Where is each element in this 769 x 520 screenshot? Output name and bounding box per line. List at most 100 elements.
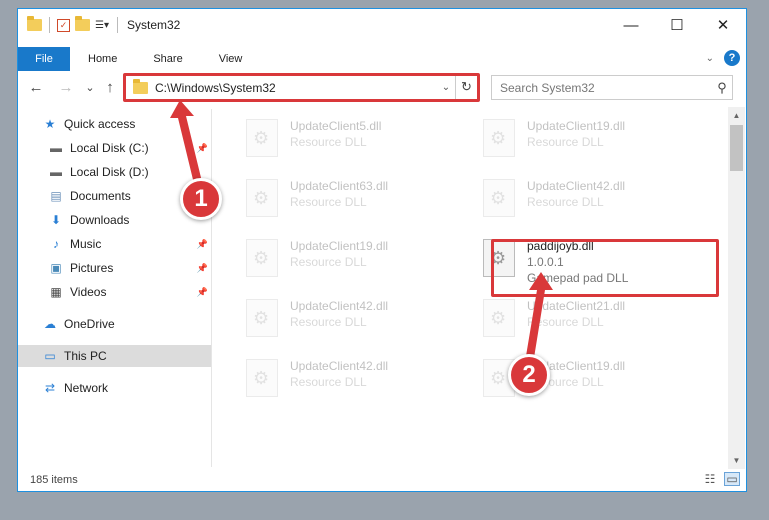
file-description: Resource DLL: [290, 255, 367, 269]
file-name: UpdateClient19.dll: [527, 119, 626, 133]
sidebar-item-music[interactable]: ♪ Music 📌: [18, 233, 212, 255]
sidebar-item-downloads[interactable]: ⬇ Downloads: [18, 209, 212, 231]
file-item[interactable]: UpdateClient5.dll Resource DLL: [238, 113, 463, 165]
status-bar: 185 items ☷ ▭: [18, 469, 746, 491]
tab-view[interactable]: View: [201, 53, 261, 65]
step-badge-1: 1: [180, 178, 222, 220]
sidebar-item-label: Documents: [70, 189, 131, 203]
customize-toolbar-icon[interactable]: ☰▾: [94, 17, 110, 33]
details-view-icon[interactable]: ☷: [702, 472, 718, 486]
sidebar-item-label: Local Disk (D:): [70, 165, 149, 179]
maximize-button[interactable]: ☐: [654, 9, 700, 41]
dll-file-icon: [246, 299, 278, 337]
pictures-icon: ▣: [50, 261, 62, 275]
refresh-button[interactable]: ↻: [455, 76, 477, 99]
videos-icon: ▦: [50, 285, 62, 299]
sidebar-item-videos[interactable]: ▦ Videos 📌: [18, 281, 212, 303]
ribbon-tabs: File Home Share View ⌄ ?: [18, 47, 746, 71]
dll-file-icon: [483, 299, 515, 337]
file-item[interactable]: UpdateClient42.dll Resource DLL: [238, 353, 463, 405]
search-placeholder: Search System32: [500, 80, 595, 95]
minimize-button[interactable]: —: [608, 9, 654, 41]
file-item[interactable]: UpdateClient21.dllResource DLL: [475, 293, 700, 345]
pin-icon[interactable]: 📌: [197, 239, 208, 250]
pin-icon[interactable]: 📌: [197, 263, 208, 274]
sidebar-item-this-pc[interactable]: ▭ This PC: [18, 345, 212, 367]
forward-button[interactable]: →: [56, 77, 76, 97]
file-item[interactable]: UpdateClient42.dll Resource DLL: [475, 173, 700, 225]
scroll-up-icon[interactable]: ▲: [728, 107, 745, 124]
tiles-view-icon[interactable]: ▭: [724, 472, 740, 486]
computer-icon: ▭: [44, 349, 56, 363]
dll-file-icon: [483, 119, 515, 157]
sidebar-item-label: Network: [64, 381, 109, 395]
search-icon[interactable]: ⚲: [712, 80, 732, 96]
file-item[interactable]: UpdateClient19.dll Resource DLL: [475, 113, 700, 165]
properties-icon[interactable]: ✓: [57, 18, 70, 32]
file-description: Resource DLL: [290, 135, 367, 149]
address-path[interactable]: C:\Windows\System32: [155, 81, 437, 95]
scroll-down-icon[interactable]: ▼: [728, 452, 745, 469]
sidebar-item-label: Videos: [70, 285, 107, 299]
window-title: System32: [127, 18, 181, 32]
scroll-thumb[interactable]: [730, 125, 743, 171]
cloud-icon: ☁: [44, 317, 56, 331]
vertical-scrollbar[interactable]: ▲ ▼: [728, 107, 745, 469]
address-dropdown-icon[interactable]: ⌄: [437, 82, 455, 93]
dll-file-icon: [483, 179, 515, 217]
sidebar-item-label: Local Disk (C:): [70, 141, 149, 155]
dll-file-icon: [246, 179, 278, 217]
search-input[interactable]: Search System32 ⚲: [491, 75, 733, 100]
expand-ribbon-icon[interactable]: ⌄: [706, 53, 714, 64]
file-item[interactable]: UpdateClient63.dll Resource DLL: [238, 173, 463, 225]
music-icon: ♪: [53, 237, 59, 251]
window-controls: — ☐ ✕: [608, 9, 746, 41]
documents-icon: ▤: [50, 189, 62, 203]
file-explorer-window: ✓ ☰▾ System32 — ☐ ✕ File Home Share View…: [17, 8, 747, 492]
sidebar-item-onedrive[interactable]: ☁ OneDrive: [18, 313, 212, 335]
drive-icon: ▬: [50, 165, 62, 179]
file-description: Resource DLL: [290, 315, 367, 329]
quick-access-toolbar: ✓ ☰▾: [18, 16, 121, 33]
back-button[interactable]: ←: [26, 77, 46, 97]
dll-file-icon: [246, 239, 278, 277]
title-bar: ✓ ☰▾ System32 — ☐ ✕: [18, 9, 746, 41]
tab-home[interactable]: Home: [70, 53, 135, 65]
recent-locations-button[interactable]: ⌄: [80, 77, 100, 97]
help-icon[interactable]: ?: [724, 50, 740, 66]
sidebar-item-label: Music: [70, 237, 102, 251]
sidebar-item-label: This PC: [64, 349, 107, 363]
divider: [117, 17, 118, 33]
file-description: Resource DLL: [290, 375, 367, 389]
new-folder-icon[interactable]: [74, 16, 90, 33]
file-description: Resource DLL: [290, 195, 367, 209]
file-description: Resource DLL: [527, 135, 604, 149]
close-button[interactable]: ✕: [700, 9, 746, 41]
file-description: Resource DLL: [527, 195, 604, 209]
network-icon: ⇄: [44, 381, 56, 395]
folder-icon[interactable]: [26, 16, 42, 33]
file-item[interactable]: UpdateClient19.dll Resource DLL: [238, 233, 463, 285]
sidebar-item-label: Quick access: [64, 117, 136, 131]
view-toggle: ☷ ▭: [702, 472, 740, 486]
sidebar-item-label: Downloads: [70, 213, 130, 227]
dll-file-icon: [246, 359, 278, 397]
sidebar-item-pictures[interactable]: ▣ Pictures 📌: [18, 257, 212, 279]
step-badge-2: 2: [508, 354, 550, 396]
tab-share[interactable]: Share: [135, 53, 200, 65]
tab-file[interactable]: File: [18, 47, 70, 71]
drive-icon: ▬: [50, 141, 62, 155]
downloads-icon: ⬇: [50, 213, 62, 227]
folder-icon: [133, 78, 148, 94]
up-button[interactable]: ↑: [100, 77, 120, 97]
file-name: UpdateClient42.dll: [290, 359, 389, 373]
ribbon-right-controls: ⌄ ?: [706, 50, 740, 66]
dll-file-icon: [246, 119, 278, 157]
file-name: UpdateClient63.dll: [290, 179, 389, 193]
file-name: UpdateClient5.dll: [290, 119, 382, 133]
navigation-bar: ← → ⌄ ↑ C:\Windows\System32 ⌄ ↻ Search S…: [18, 73, 746, 103]
pin-icon[interactable]: 📌: [197, 287, 208, 298]
file-item[interactable]: UpdateClient42.dll Resource DLL: [238, 293, 463, 345]
file-name: UpdateClient42.dll: [290, 299, 389, 313]
sidebar-item-network[interactable]: ⇄ Network: [18, 377, 212, 399]
